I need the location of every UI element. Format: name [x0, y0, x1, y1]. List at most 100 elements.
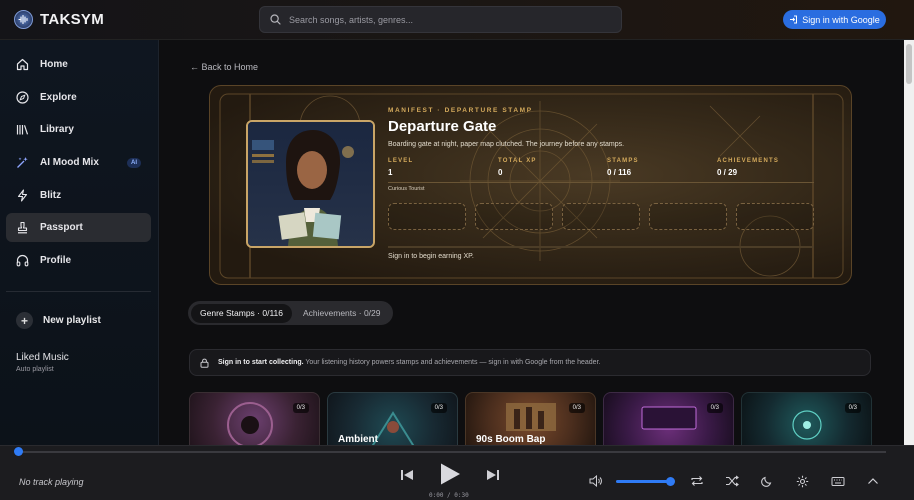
sidebar: Home Explore Library AI Mood Mix AI Blit…: [0, 40, 159, 445]
passport-tabs: Genre Stamps · 0/116 Achievements · 0/29: [188, 301, 393, 325]
stamp-slot: [388, 203, 466, 230]
search-input[interactable]: [289, 14, 589, 25]
settings-button[interactable]: [794, 473, 810, 489]
sidebar-item-ai-mood-mix[interactable]: AI Mood Mix AI: [6, 148, 151, 177]
genre-stamp-card[interactable]: 0/3: [741, 392, 872, 445]
stat-value: 0 / 29: [717, 168, 738, 177]
google-signin-button[interactable]: Sign in with Google: [783, 10, 886, 29]
genre-art-image: [792, 410, 822, 440]
main-scrollbar[interactable]: [904, 40, 914, 445]
traveler-portrait-image: [246, 120, 375, 248]
sidebar-item-label: Blitz: [40, 190, 62, 201]
stat-value: 0: [498, 168, 503, 177]
expand-player-button[interactable]: [865, 473, 881, 489]
stamp-count-badge: 0/3: [430, 403, 447, 413]
soundwave-logo-icon: [14, 10, 33, 29]
sidebar-item-label: Home: [40, 59, 68, 70]
stat-label: TOTAL XP: [498, 158, 537, 164]
tab-achievements[interactable]: Achievements · 0/29: [294, 304, 389, 323]
stat-divider: [388, 182, 814, 183]
headphones-icon: [16, 254, 29, 267]
hero-footer-text: Sign in to begin earning XP.: [388, 253, 474, 260]
sidebar-item-label: Profile: [40, 255, 72, 266]
volume-slider[interactable]: [616, 480, 671, 483]
now-playing-text: No track playing: [19, 477, 84, 487]
volume-icon: [589, 475, 602, 487]
sidebar-item-blitz[interactable]: Blitz: [6, 181, 151, 210]
app-root: TAKSYM Sign in with Google Home Explore …: [0, 0, 914, 500]
back-to-home-link[interactable]: ← Back to Home: [190, 62, 258, 72]
scrollbar-thumb[interactable]: [906, 44, 912, 84]
liked-subtitle: Auto playlist: [16, 366, 54, 373]
app-name: TAKSYM: [40, 11, 105, 28]
genre-title: 90s Boom Bap: [476, 434, 546, 445]
skip-previous-icon: [401, 470, 413, 480]
notice-text: Sign in to start collecting. Your listen…: [218, 359, 600, 366]
moon-icon: [761, 476, 772, 487]
keyboard-shortcuts-button[interactable]: [830, 473, 846, 489]
sidebar-item-explore[interactable]: Explore: [6, 83, 151, 112]
genre-stamp-card[interactable]: 0/3 90s Boom Bap: [465, 392, 596, 445]
stamp-slot: [475, 203, 553, 230]
new-playlist-button[interactable]: + New playlist: [16, 312, 101, 329]
sidebar-item-home[interactable]: Home: [6, 50, 151, 79]
shuffle-icon: [726, 475, 739, 487]
sidebar-item-label: Explore: [40, 92, 77, 103]
liked-title: Liked Music: [16, 352, 69, 363]
sleep-timer-button[interactable]: [759, 473, 775, 489]
tier-label: Curious Tourist: [388, 186, 425, 192]
lock-icon: [200, 358, 209, 368]
signin-label: Sign in with Google: [802, 14, 880, 25]
seek-knob[interactable]: [14, 447, 23, 456]
repeat-button[interactable]: [689, 473, 705, 489]
stamp-count-badge: 0/3: [568, 403, 585, 413]
shuffle-button[interactable]: [724, 473, 740, 489]
sidebar-item-library[interactable]: Library: [6, 115, 151, 144]
stamp-count-badge: 0/3: [706, 403, 723, 413]
seek-bar[interactable]: [18, 451, 886, 453]
stat-value: 1: [388, 168, 393, 177]
sidebar-item-profile[interactable]: Profile: [6, 246, 151, 275]
genre-stamp-card[interactable]: 0/3: [189, 392, 320, 445]
lightning-icon: [17, 189, 28, 202]
genre-stamp-card[interactable]: 0/3 Ambient: [327, 392, 458, 445]
previous-button[interactable]: [398, 466, 416, 484]
plus-icon: +: [16, 312, 33, 329]
genre-title: Ambient: [338, 434, 378, 445]
tab-genre-stamps[interactable]: Genre Stamps · 0/116: [191, 303, 292, 323]
stat-stamps: STAMPS 0 / 116: [607, 158, 717, 177]
sidebar-item-label: Library: [40, 124, 74, 135]
volume-knob[interactable]: [666, 477, 675, 486]
stamp-count-badge: 0/3: [292, 403, 309, 413]
signin-notice: Sign in to start collecting. Your listen…: [189, 349, 871, 376]
stamp-slot: [562, 203, 640, 230]
next-button[interactable]: [484, 466, 502, 484]
home-icon: [16, 58, 29, 71]
genre-stamp-card[interactable]: 0/3: [603, 392, 734, 445]
stat-label: STAMPS: [607, 158, 639, 164]
search-bar[interactable]: [259, 6, 622, 33]
sidebar-divider: [6, 291, 151, 292]
chevron-up-icon: [868, 478, 878, 484]
top-bar: TAKSYM Sign in with Google: [0, 0, 914, 40]
hero-title: Departure Gate: [388, 118, 497, 135]
sidebar-item-passport[interactable]: Passport: [6, 213, 151, 242]
stat-label: LEVEL: [388, 158, 414, 164]
new-playlist-label: New playlist: [43, 315, 101, 326]
app-logo[interactable]: TAKSYM: [14, 10, 104, 29]
player-bar: No track playing 0:00 / 0:30: [0, 445, 914, 500]
play-button[interactable]: [437, 461, 463, 487]
stamp-count-badge: 0/3: [844, 403, 861, 413]
library-icon: [16, 125, 29, 135]
liked-music-playlist[interactable]: Liked Music Auto playlist: [16, 352, 69, 373]
stamp-icon: [17, 221, 28, 234]
repeat-icon: [691, 476, 703, 486]
login-icon: [790, 15, 798, 24]
volume-button[interactable]: [588, 473, 604, 489]
xp-progress-bar: [388, 246, 814, 248]
compass-icon: [16, 91, 29, 104]
sidebar-item-label: AI Mood Mix: [40, 157, 99, 168]
genre-art-image: [641, 406, 697, 430]
sidebar-item-label: Passport: [40, 222, 83, 233]
genre-art-image: [227, 402, 273, 445]
